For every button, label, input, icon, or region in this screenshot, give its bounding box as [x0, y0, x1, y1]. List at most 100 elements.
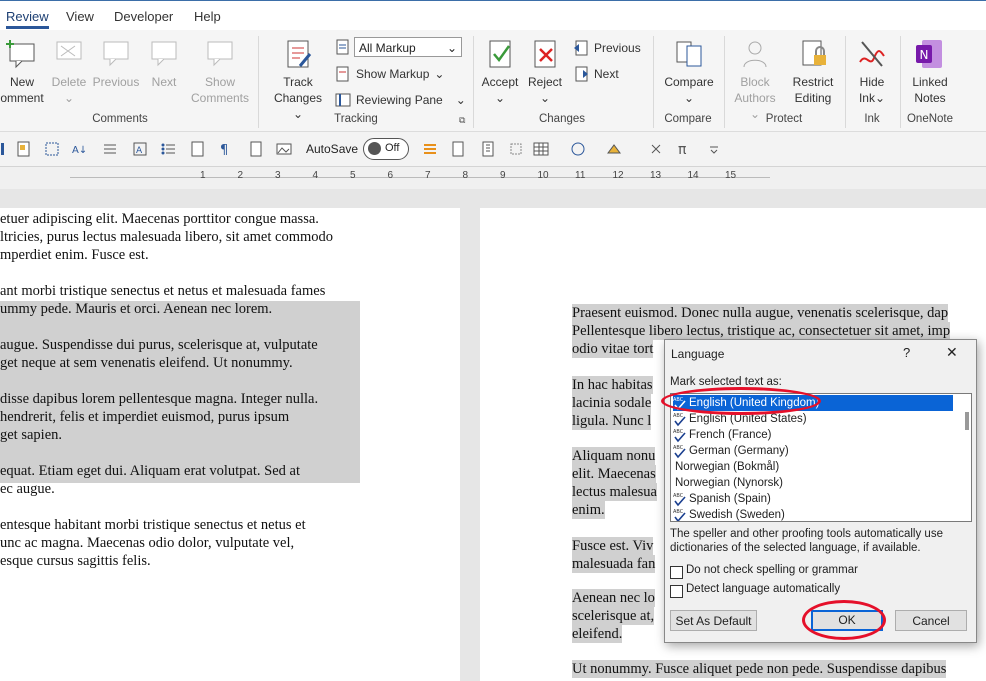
group-divider [845, 36, 846, 128]
ruler-tick-label: 15 [725, 170, 737, 181]
show-markup-button[interactable]: Show Markup ⌄ [335, 66, 444, 82]
linked-notes-button[interactable]: N Linked Notes [904, 38, 956, 106]
block-authors-icon [743, 41, 767, 68]
chevron-down-icon: ⌄ [434, 67, 445, 81]
ruler-tick-label: 4 [312, 170, 319, 181]
markup-dropdown[interactable]: All Markup ⌄ [354, 37, 462, 57]
crop-icon[interactable] [508, 141, 524, 157]
accept-icon [489, 40, 511, 68]
sort-icon[interactable]: A↓ [72, 141, 88, 157]
next-comment-button[interactable]: Next [144, 38, 184, 90]
columns-icon[interactable] [480, 141, 496, 157]
previous-change-button[interactable]: Previous [573, 40, 641, 56]
chevron-down-icon: ⌄ [446, 41, 457, 55]
autosave-toggle[interactable]: Off [363, 138, 409, 160]
list-icon[interactable] [102, 141, 118, 157]
hide-ink-button[interactable]: Hide Ink⌄ [850, 38, 894, 106]
bullets-icon[interactable] [160, 141, 176, 157]
next-change-icon [575, 66, 588, 82]
paragraph-line: In hac habitas [572, 376, 653, 394]
reviewing-pane-button[interactable]: Reviewing Pane ⌄ [335, 92, 466, 108]
next-change-button[interactable]: Next [573, 66, 619, 82]
block-authors-button[interactable]: Block Authors ⌄ [730, 38, 780, 122]
track-doc-icon[interactable] [450, 141, 466, 157]
tab-developer[interactable]: Developer [114, 9, 173, 24]
show-markup-label: Show Markup [356, 67, 430, 81]
chevron-down-icon: ⌄ [874, 91, 886, 105]
paragraph-line: elit. Maecenas [572, 465, 656, 483]
insert-table-icon[interactable] [533, 141, 549, 157]
svg-text:π: π [678, 142, 687, 157]
language-option[interactable]: ABC Swedish (Sweden) [673, 507, 953, 521]
ruler-tick-label: 5 [350, 170, 356, 181]
close-small-icon[interactable] [648, 141, 664, 157]
tab-review[interactable]: Review [6, 9, 49, 29]
paragraph-line: malesuada fan [572, 555, 656, 573]
delete-comment-button[interactable]: Delete ⌄ [48, 38, 90, 106]
style-icon[interactable]: A [132, 141, 148, 157]
close-icon[interactable]: ✕ [946, 344, 958, 361]
restrict-editing-button[interactable]: Restrict Editing [786, 38, 840, 106]
detect-language-checkbox[interactable] [670, 585, 683, 598]
shape-fill-icon[interactable] [606, 141, 622, 157]
link-icon[interactable] [570, 141, 586, 157]
accept-button[interactable]: Accept ⌄ [478, 38, 522, 106]
markup-dropdown-value: All Markup [359, 41, 416, 55]
help-button[interactable]: ? [903, 345, 910, 360]
detect-language-label: Detect language automatically [686, 583, 841, 595]
spellcheck-icon: ABC [673, 445, 686, 459]
track-changes-button[interactable]: Track Changes ⌄ [268, 38, 328, 122]
language-option[interactable]: Norwegian (Nynorsk) [673, 475, 953, 491]
paragraph-line: hendrerit, felis et imperdiet euismod, p… [0, 409, 290, 425]
language-option-label: German (Germany) [689, 445, 789, 457]
no-spell-checkbox[interactable] [670, 566, 683, 579]
paragraph-line: Fusce est. Viv [572, 537, 654, 555]
pi-symbol-icon[interactable]: π [676, 141, 692, 157]
table-icon[interactable] [0, 141, 16, 157]
track-changes-label-2: Changes [273, 91, 323, 105]
group-label-comments: Comments [92, 113, 148, 125]
paragraph-line: ec augue. [0, 481, 55, 497]
chevron-down-icon: ⌄ [683, 91, 695, 105]
reject-button[interactable]: Reject ⌄ [524, 38, 566, 106]
compare-icon [676, 41, 702, 67]
linked-notes-label-2: Notes [914, 91, 946, 105]
spellcheck-icon: ABC [673, 413, 686, 427]
paragraph-line: Ut nonummy. Fusce aliquet pede non pede.… [572, 660, 947, 678]
hide-ink-label-2: Ink [858, 91, 875, 105]
show-comments-button[interactable]: Show Comments [190, 38, 250, 106]
doc-settings-icon[interactable] [190, 141, 206, 157]
paragraph-line: get neque at sem venenatis eleifend. Ut … [0, 355, 293, 371]
language-option[interactable]: Norwegian (Bokmål) [673, 459, 953, 475]
cancel-button[interactable]: Cancel [895, 610, 967, 631]
set-as-default-button[interactable]: Set As Default [670, 610, 757, 631]
dialog-launcher-icon[interactable]: ⧉ [459, 115, 465, 126]
next-comment-label: Next [151, 75, 177, 89]
language-option[interactable]: ABC German (Germany) [673, 443, 953, 459]
paragraph-mark-icon[interactable]: ¶ [218, 141, 234, 157]
picture-icon[interactable] [276, 141, 292, 157]
document-icon[interactable] [16, 141, 32, 157]
compare-button[interactable]: Compare ⌄ [660, 38, 718, 106]
language-option[interactable]: ABC French (France) [673, 427, 953, 443]
show-comments-label-1: Show [204, 75, 236, 89]
ruler-tick-label: 8 [462, 170, 469, 181]
language-option[interactable]: ABC Spanish (Spain) [673, 491, 953, 507]
hide-ink-icon [859, 41, 885, 67]
document-page-left[interactable]: etuer adipiscing elit. Maecenas porttito… [0, 208, 460, 681]
lock-icon [802, 40, 826, 66]
reviewing-pane-label: Reviewing Pane [356, 93, 443, 107]
ribbon-tabs: Review View Developer Help [0, 0, 986, 31]
highlight-icon[interactable] [422, 141, 438, 157]
paragraph-line: ummy pede. Mauris et orci. Aenean nec lo… [0, 301, 273, 317]
ruler-tick-label: 13 [650, 170, 662, 181]
tab-view[interactable]: View [66, 9, 94, 24]
select-icon[interactable] [44, 141, 60, 157]
previous-comment-icon [103, 41, 129, 67]
scrollbar-thumb[interactable] [965, 412, 969, 430]
page-icon[interactable] [248, 141, 264, 157]
new-comment-button[interactable]: New omment [0, 38, 44, 106]
previous-comment-button[interactable]: Previous [92, 38, 140, 90]
tab-help[interactable]: Help [194, 9, 221, 24]
customize-toolbar-icon[interactable] [706, 141, 722, 157]
